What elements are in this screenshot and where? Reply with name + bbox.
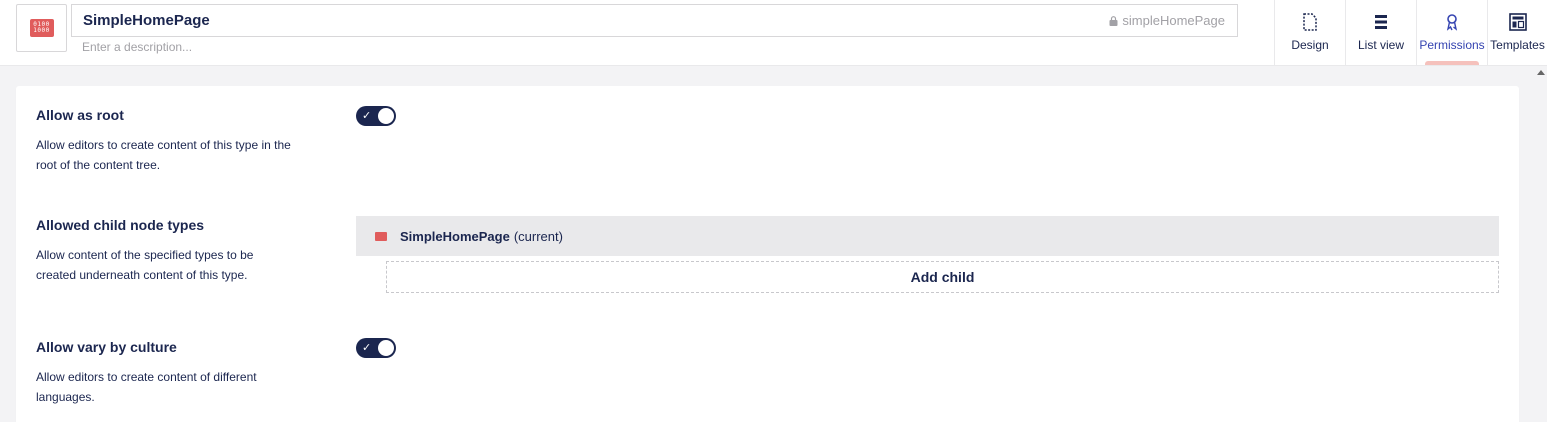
allowed-child-label: Allowed child node types	[36, 217, 205, 233]
template-icon	[1508, 12, 1528, 32]
tab-templates-label: Templates	[1490, 38, 1545, 52]
permissions-panel: Allow as root Allow editors to create co…	[16, 86, 1519, 422]
tab-design-label: Design	[1291, 38, 1329, 52]
description-input[interactable]: Enter a description...	[82, 40, 192, 54]
toggle-knob	[378, 340, 394, 356]
tab-permissions[interactable]: Permissions	[1416, 0, 1487, 65]
lock-icon	[1109, 15, 1118, 26]
check-icon: ✓	[362, 109, 372, 122]
allow-root-description: Allow editors to create content of this …	[36, 138, 291, 172]
tab-permissions-label: Permissions	[1419, 38, 1485, 52]
tab-templates[interactable]: Templates	[1487, 0, 1547, 65]
child-node-current-tag: (current)	[513, 228, 563, 244]
name-field[interactable]: SimpleHomePage simpleHomePage	[71, 4, 1238, 37]
allow-root-toggle[interactable]: ✓	[356, 106, 396, 126]
check-icon: ✓	[362, 341, 372, 354]
allowed-child-description: Allow content of the specified types to …	[36, 248, 254, 282]
icon-line-2: 1000	[33, 27, 50, 34]
vary-culture-description: Allow editors to create content of diffe…	[36, 370, 257, 404]
doc-type-icon-button[interactable]: 0100 1000	[16, 4, 67, 52]
list-icon	[1371, 12, 1391, 32]
allow-root-label: Allow as root	[36, 107, 124, 123]
tab-design[interactable]: Design	[1274, 0, 1345, 65]
alias-text: simpleHomePage	[1122, 13, 1225, 28]
tab-list-view[interactable]: List view	[1345, 0, 1416, 65]
document-icon	[1300, 12, 1320, 32]
editor-tabs: Design List view Permissions Templates	[1274, 0, 1547, 65]
alias-field[interactable]: simpleHomePage	[1109, 13, 1225, 28]
add-child-button[interactable]: Add child	[386, 261, 1499, 293]
toggle-knob	[378, 108, 394, 124]
key-icon	[1442, 12, 1462, 32]
editor-header: 0100 1000 SimpleHomePage simpleHomePage …	[0, 0, 1547, 66]
name-input[interactable]: SimpleHomePage	[83, 12, 210, 29]
vary-culture-label: Allow vary by culture	[36, 339, 177, 355]
scrollbar-up-arrow[interactable]	[1537, 70, 1545, 75]
child-node-item[interactable]: SimpleHomePage (current)	[356, 216, 1499, 256]
child-node-name: SimpleHomePage	[400, 228, 510, 244]
vary-culture-toggle[interactable]: ✓	[356, 338, 396, 358]
tab-list-view-label: List view	[1357, 38, 1404, 52]
binary-doc-icon: 0100 1000	[29, 19, 54, 37]
binary-doc-icon	[375, 231, 387, 241]
